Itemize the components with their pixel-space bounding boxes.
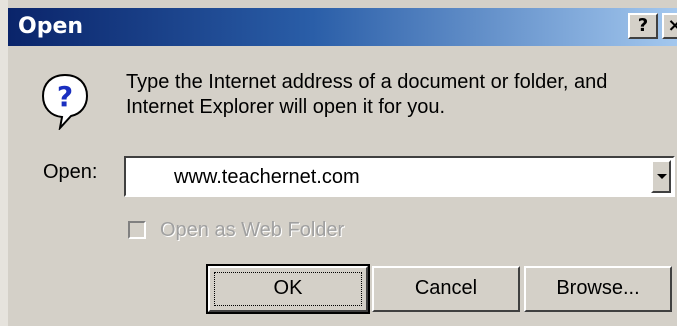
focus-rectangle <box>214 272 362 306</box>
open-field-label: Open: <box>43 161 98 183</box>
browse-button[interactable]: Browse... <box>524 266 672 312</box>
cancel-button[interactable]: Cancel <box>372 266 520 312</box>
web-folder-checkbox <box>128 221 146 239</box>
address-input[interactable] <box>136 164 636 190</box>
close-button[interactable]: × <box>662 13 677 39</box>
open-dialog: Open ? × ? Type the Internet address of … <box>0 0 677 326</box>
window-title: Open <box>18 14 84 39</box>
address-combobox[interactable] <box>124 156 675 197</box>
help-button[interactable]: ? <box>628 13 658 39</box>
dialog-message: Type the Internet address of a document … <box>126 71 608 118</box>
title-bar[interactable]: Open ? × <box>8 8 677 46</box>
question-icon: ? <box>41 73 89 130</box>
web-folder-label: Open as Web Folder <box>160 219 345 241</box>
svg-text:?: ? <box>57 80 73 113</box>
chevron-down-icon[interactable] <box>651 160 671 193</box>
ok-button[interactable]: OK <box>206 264 370 314</box>
